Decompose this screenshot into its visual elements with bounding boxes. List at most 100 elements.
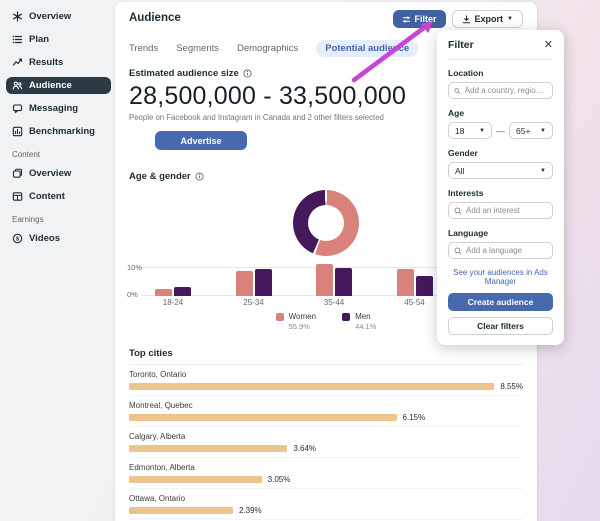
location-label: Location [448, 68, 553, 78]
overview-content-icon [12, 168, 23, 179]
age-range-dash: — [496, 126, 505, 136]
sidebar-item-label: Content [29, 191, 65, 202]
advertise-button[interactable]: Advertise [155, 131, 247, 150]
sidebar-item-label: Overview [29, 168, 71, 179]
sidebar-item-results[interactable]: Results [6, 54, 111, 71]
sidebar-section-content: Content [12, 150, 111, 159]
search-icon [454, 207, 462, 215]
gender-select[interactable]: All ▼ [448, 162, 553, 179]
age-min-select[interactable]: 18 ▼ [448, 122, 492, 139]
filter-panel: Filter ✕ Location Add a country, region … [437, 30, 564, 345]
top-cities-title: Top cities [129, 348, 173, 359]
age-max-value: 65+ [516, 126, 530, 136]
city-value: 2.39% [239, 506, 262, 515]
interests-label: Interests [448, 188, 553, 198]
bar-women [155, 289, 172, 296]
ads-manager-link[interactable]: See your audiences in Ads Manager [448, 268, 553, 286]
language-label: Language [448, 228, 553, 238]
info-icon[interactable] [243, 69, 252, 78]
legend-swatch [342, 313, 350, 321]
sidebar-item-label: Overview [29, 11, 71, 22]
x-tick-label: 35-44 [324, 298, 344, 307]
bar-men [174, 287, 191, 296]
sidebar-item-label: Plan [29, 34, 49, 45]
sidebar-item-benchmarking[interactable]: Benchmarking [6, 123, 111, 140]
interests-placeholder: Add an interest [466, 206, 520, 215]
sidebar-item-label: Audience [29, 80, 72, 91]
benchmarking-icon [12, 126, 23, 137]
sidebar-item-plan[interactable]: Plan [6, 31, 111, 48]
chevron-down-icon: ▼ [479, 128, 485, 134]
tab-trends[interactable]: Trends [129, 40, 158, 57]
export-button[interactable]: Export ▼ [452, 10, 523, 28]
plan-icon [12, 34, 23, 45]
export-button-label: Export [475, 14, 504, 24]
legend-item: Men44.1% [342, 312, 376, 331]
download-icon [462, 15, 471, 24]
overview-icon [12, 11, 23, 22]
age-label: Age [448, 108, 553, 118]
info-icon[interactable] [195, 172, 204, 181]
city-bar [129, 445, 287, 452]
city-row: Calgary, Alberta3.64% [129, 427, 523, 458]
sidebar-item-messaging[interactable]: Messaging [6, 100, 111, 117]
x-tick-label: 18-24 [163, 298, 183, 307]
city-bar [129, 383, 494, 390]
chevron-down-icon: ▼ [540, 128, 546, 134]
legend-value: 55.9% [289, 322, 316, 331]
legend-item: Women55.9% [276, 312, 316, 331]
filter-button-label: Filter [415, 14, 437, 24]
chevron-down-icon: ▼ [540, 168, 546, 174]
age-max-select[interactable]: 65+ ▼ [509, 122, 553, 139]
city-row: Ottawa, Ontario2.39% [129, 489, 523, 520]
sidebar-item-audience[interactable]: Audience [6, 77, 111, 94]
content-grid-icon [12, 191, 23, 202]
city-bar [129, 414, 397, 421]
results-icon [12, 57, 23, 68]
page-title: Audience [129, 12, 181, 24]
close-icon[interactable]: ✕ [544, 40, 553, 51]
bar-women [397, 269, 414, 296]
clear-filters-button[interactable]: Clear filters [448, 317, 553, 335]
tab-demographics[interactable]: Demographics [237, 40, 298, 57]
bar-men [416, 276, 433, 296]
divider [448, 59, 553, 60]
language-input[interactable]: Add a language [448, 242, 553, 259]
city-row: Toronto, Ontario8.55% [129, 365, 523, 396]
city-value: 6.15% [403, 413, 426, 422]
y-tick-0: 0% [127, 290, 138, 299]
city-label: Montreal, Quebec [129, 401, 523, 410]
age-gender-title: Age & gender [129, 171, 191, 182]
donut-hole [308, 205, 344, 241]
city-row: Edmonton, Alberta3.05% [129, 458, 523, 489]
age-group: 18-24 [155, 259, 191, 296]
age-min-value: 18 [455, 126, 464, 136]
sidebar-item-label: Results [29, 57, 63, 68]
svg-text:$: $ [16, 236, 20, 242]
bar-men [255, 269, 272, 296]
sidebar-item-overview[interactable]: Overview [6, 8, 111, 25]
sidebar-item-content-overview[interactable]: Overview [6, 165, 111, 182]
sidebar-section-earnings: Earnings [12, 215, 111, 224]
city-value: 3.64% [293, 444, 316, 453]
messaging-icon [12, 103, 23, 114]
sidebar-item-videos[interactable]: $ Videos [6, 230, 111, 247]
language-placeholder: Add a language [466, 246, 522, 255]
sidebar-item-label: Messaging [29, 103, 78, 114]
city-label: Edmonton, Alberta [129, 463, 523, 472]
tab-segments[interactable]: Segments [176, 40, 219, 57]
search-icon [454, 247, 462, 255]
y-tick-10: 10% [127, 263, 142, 272]
legend-value: 44.1% [355, 322, 376, 331]
filter-button[interactable]: Filter [393, 10, 446, 28]
tab-potential-audience[interactable]: Potential audience [316, 40, 418, 57]
sidebar-item-label: Videos [29, 233, 60, 244]
videos-earnings-icon: $ [12, 233, 23, 244]
bar-women [236, 271, 253, 296]
top-cities-chart: Toronto, Ontario8.55% Montreal, Quebec 6.1… [129, 365, 523, 521]
create-audience-button[interactable]: Create audience [448, 293, 553, 311]
sidebar-item-content[interactable]: Content [6, 188, 111, 205]
location-input[interactable]: Add a country, region or city [448, 82, 553, 99]
interests-input[interactable]: Add an interest [448, 202, 553, 219]
gender-label: Gender [448, 148, 553, 158]
